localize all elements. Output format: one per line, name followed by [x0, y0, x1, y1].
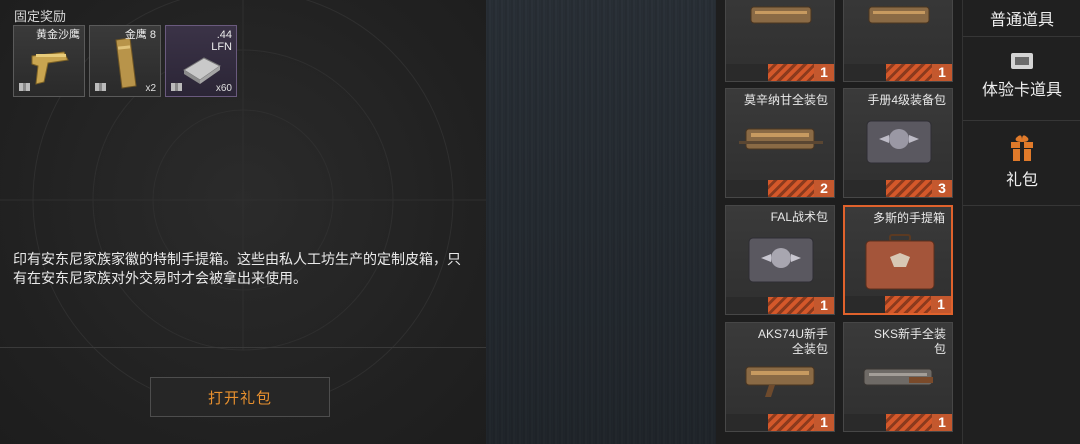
item-name: 多斯的手提箱 — [872, 211, 945, 225]
item-count: 2 — [814, 180, 834, 197]
card-icon — [1011, 53, 1033, 69]
item-description: 印有安东尼家族家徽的特制手提箱。这些由私人工坊生产的定制皮箱，只有在安东尼家族对… — [13, 251, 461, 286]
category-sidebar: 普通道具 体验卡道具 礼包 — [962, 0, 1080, 444]
item-count: 1 — [931, 296, 951, 313]
item-count: 1 — [814, 297, 834, 314]
package-icon — [171, 83, 182, 91]
item-name: 莫辛纳甘全装包 — [743, 93, 828, 107]
reward-qty: x2 — [145, 83, 156, 94]
grid-item[interactable]: 1 — [843, 0, 953, 82]
item-count: 1 — [932, 64, 952, 81]
weapon-case-icon — [868, 6, 930, 24]
package-icon — [95, 83, 106, 91]
equipment-crate-icon — [748, 237, 814, 283]
reward-name: 金鹰 8 — [124, 29, 156, 41]
fixed-rewards-title: 固定奖励 — [14, 9, 67, 24]
category-label: 礼包 — [1005, 172, 1038, 189]
reward-item-golden-eagle-mag[interactable]: 金鹰 8 x2 — [89, 25, 161, 97]
item-count: 1 — [814, 64, 834, 81]
item-count: 1 — [814, 414, 834, 431]
grid-item-sks-starter-pack[interactable]: SKS新手全装 包 1 — [843, 322, 953, 432]
grid-item-fal-tactical-pack[interactable]: FAL战术包 1 — [725, 205, 835, 315]
item-name: 手册4级装备包 — [867, 93, 946, 107]
equipment-crate-icon — [866, 120, 932, 164]
open-package-button[interactable]: 打开礼包 — [150, 377, 330, 417]
item-name: SKS新手全装 包 — [873, 327, 946, 356]
divider — [0, 347, 486, 348]
item-detail-panel: 固定奖励 黄金沙鹰 金鹰 8 x2 .44 LFN x60 印有安东尼家族家徽的… — [0, 0, 486, 444]
category-tab-gift-packs[interactable]: 礼包 — [963, 132, 1080, 190]
grid-item-doss-briefcase[interactable]: 多斯的手提箱 1 — [843, 205, 953, 315]
weapon-case-icon — [745, 366, 815, 397]
briefcase-icon — [865, 234, 935, 290]
item-grid: 1 1 莫辛纳甘全装包 2 手册4级装备包 3 FAL战术包 1 多斯的手提箱 … — [716, 0, 962, 444]
reward-qty: x60 — [215, 83, 232, 94]
category-tab-normal-items[interactable]: 普通道具 — [963, 6, 1080, 30]
grid-item-handbook-lvl4-pack[interactable]: 手册4级装备包 3 — [843, 88, 953, 198]
weapon-case-icon — [750, 6, 812, 24]
item-name: AKS74U新手 全装包 — [757, 327, 828, 356]
grid-item-mosin-nagant-pack[interactable]: 莫辛纳甘全装包 2 — [725, 88, 835, 198]
background-texture — [486, 0, 716, 444]
category-tab-trial-card-items[interactable]: 体验卡道具 — [963, 50, 1080, 100]
reward-item-44-ammo[interactable]: .44 LFN x60 — [165, 25, 237, 97]
item-count: 3 — [932, 180, 952, 197]
weapon-case-icon — [739, 128, 823, 150]
reward-item-golden-deagle[interactable]: 黄金沙鹰 — [13, 25, 85, 97]
category-label: 体验卡道具 — [981, 82, 1062, 99]
grid-item-aks74u-starter-pack[interactable]: AKS74U新手 全装包 1 — [725, 322, 835, 432]
item-count: 1 — [932, 414, 952, 431]
gift-icon — [1011, 135, 1033, 161]
category-label: 普通道具 — [989, 12, 1054, 29]
reward-name: 黄金沙鹰 — [36, 29, 80, 41]
reward-name: .44 LFN — [211, 29, 232, 53]
weapon-case-icon — [863, 368, 933, 386]
package-icon — [19, 83, 30, 91]
item-name: FAL战术包 — [770, 210, 828, 224]
grid-item[interactable]: 1 — [725, 0, 835, 82]
